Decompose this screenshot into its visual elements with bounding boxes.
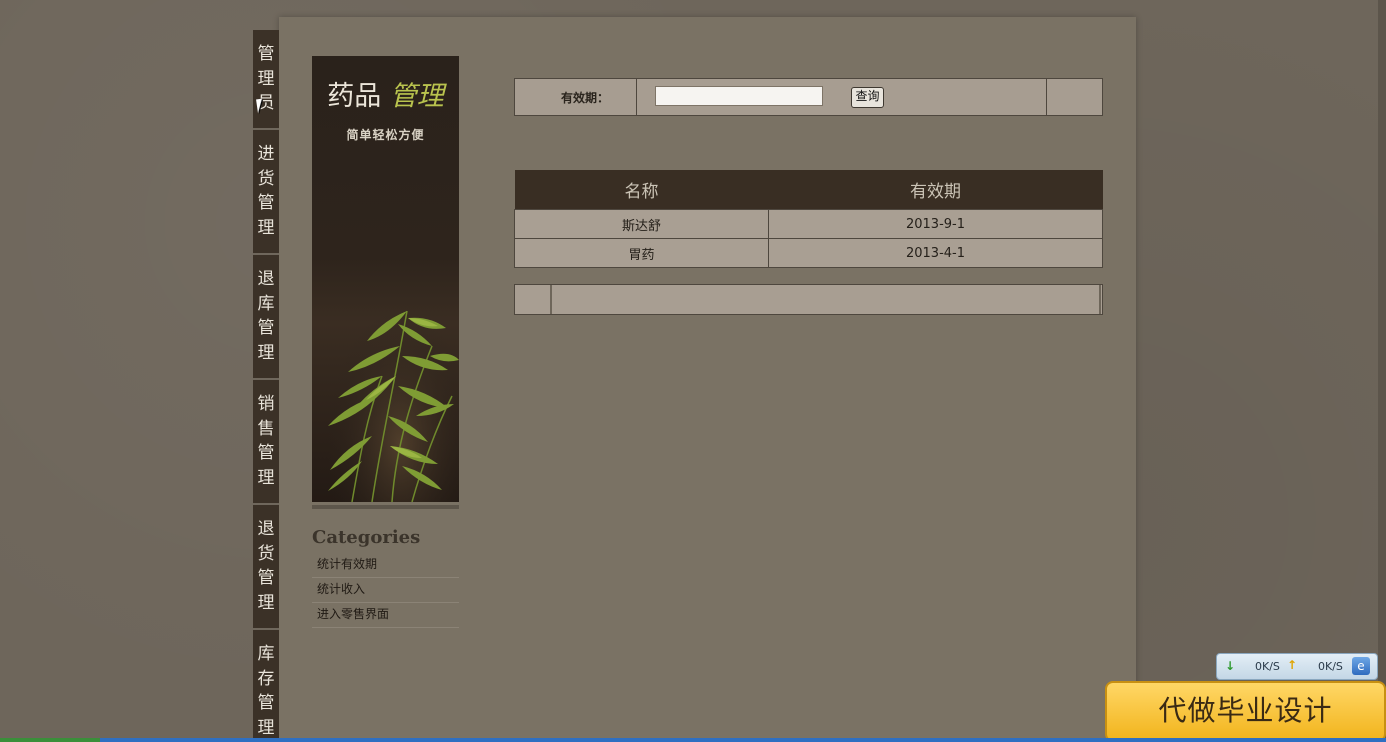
side-tab-char: 理	[257, 68, 275, 89]
side-tab-char: 管	[257, 568, 275, 588]
banner-divider	[312, 505, 459, 509]
side-tab-goods-return[interactable]: 退 货 管 理	[253, 505, 279, 630]
search-label: 有效期：	[561, 91, 610, 105]
taskbar-edge	[0, 738, 1386, 742]
promo-banner[interactable]: 代做毕业设计	[1105, 681, 1386, 742]
table-row[interactable]: 斯达舒 2013-9-1	[514, 209, 1103, 239]
cell-expiry: 2013-4-1	[768, 238, 1103, 268]
table-row[interactable]: 胃药 2013-4-1	[514, 238, 1103, 268]
upload-speed: 0K/S	[1318, 660, 1343, 673]
side-tab-char: 进	[257, 144, 275, 164]
network-icon[interactable]: e	[1352, 657, 1370, 675]
side-tab-stock-return[interactable]: 退 库 管 理	[253, 255, 279, 380]
pager-bar	[514, 284, 1103, 315]
cell-expiry: 2013-9-1	[768, 209, 1103, 239]
category-link-retail[interactable]: 进入零售界面	[312, 603, 459, 628]
side-tab-char: 理	[257, 592, 275, 613]
side-tab-sales[interactable]: 销 售 管 理	[253, 380, 279, 505]
side-tab-char: 退	[257, 269, 275, 289]
side-tab-purchase[interactable]: 进 货 管 理	[253, 130, 279, 255]
side-tab-char: 管	[257, 193, 275, 213]
side-tab-char: 销	[257, 394, 275, 414]
side-tab-char: 理	[257, 342, 275, 363]
download-arrow-icon: ↓	[1225, 659, 1236, 673]
column-header-expiry: 有效期	[768, 170, 1103, 210]
network-speed-widget[interactable]: ↓ 0K/S ↑ 0K/S e	[1216, 653, 1378, 680]
side-tab-char: 货	[257, 168, 275, 189]
pager-divider	[1099, 285, 1101, 314]
categories-list: 统计有效期 统计收入 进入零售界面	[312, 553, 459, 628]
side-tab-char: 管	[257, 318, 275, 338]
search-button[interactable]: 查询	[851, 87, 884, 108]
table-header-row: 名称 有效期	[514, 170, 1103, 210]
side-tab-char: 售	[257, 418, 275, 439]
category-link-income-stats[interactable]: 统计收入	[312, 578, 459, 603]
side-tab-char: 货	[257, 543, 275, 564]
upload-arrow-icon: ↑	[1287, 658, 1298, 672]
search-bar: 有效期： 查询	[514, 78, 1103, 116]
cell-name: 斯达舒	[514, 209, 769, 239]
side-tab-admin[interactable]: 管 理 员	[253, 30, 279, 130]
side-tab-char: 库	[257, 293, 275, 314]
search-divider	[636, 79, 637, 115]
side-tab-char: 理	[257, 217, 275, 238]
window-edge	[1378, 0, 1386, 742]
side-tab-char: 理	[257, 717, 275, 738]
side-tab-char: 退	[257, 519, 275, 539]
category-link-expiry-stats[interactable]: 统计有效期	[312, 553, 459, 578]
column-header-name: 名称	[514, 170, 769, 210]
cell-name: 胃药	[514, 238, 769, 268]
side-tab-char: 理	[257, 467, 275, 488]
bamboo-illustration	[312, 236, 459, 502]
side-tab-inventory[interactable]: 库 存 管 理	[253, 630, 279, 742]
side-tab-char: 存	[257, 668, 275, 689]
side-nav: 管 理 员 进 货 管 理 退 库 管 理 销 售 管 理 退 货 管 理 库 …	[253, 30, 279, 742]
side-tab-char: 管	[257, 44, 275, 64]
side-tab-char: 管	[257, 443, 275, 463]
app-banner: 药品 管理 简单轻松方便	[312, 56, 459, 502]
download-speed: 0K/S	[1255, 660, 1280, 673]
categories-title: Categories	[312, 527, 421, 548]
pager-divider	[550, 285, 552, 314]
medicine-table: 名称 有效期 斯达舒 2013-9-1 胃药 2013-4-1	[514, 170, 1103, 268]
side-tab-char: 管	[257, 693, 275, 713]
side-tab-char: 库	[257, 644, 275, 664]
expiry-date-input[interactable]	[655, 86, 823, 106]
search-divider	[1046, 79, 1047, 115]
